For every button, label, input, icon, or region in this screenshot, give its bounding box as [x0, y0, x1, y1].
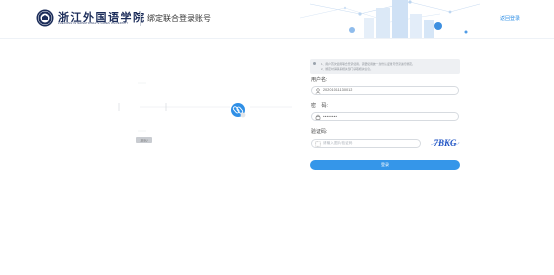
- captcha-image[interactable]: 7BKG: [430, 137, 460, 149]
- login-button[interactable]: 登录: [310, 160, 460, 170]
- info-icon: [313, 62, 316, 65]
- password-value: ●●●●●●●●: [323, 115, 338, 119]
- captcha-icon: [315, 141, 321, 147]
- university-logo: [36, 9, 54, 27]
- captcha-text: 7BKG: [433, 138, 457, 148]
- user-icon: [315, 88, 321, 94]
- back-to-login-link[interactable]: 返回登录: [500, 15, 520, 22]
- account-binding-illustration: ZISU: [118, 82, 292, 143]
- header-divider: [140, 11, 141, 26]
- captcha-placeholder: 请输入图片验证码: [323, 141, 353, 146]
- username-field[interactable]: 20201011130012: [311, 86, 459, 95]
- notice-box: 1、用户首次使用联合登录使用，需要使用统一身份认证账号登录进行绑定。 2、绑定时…: [310, 59, 460, 74]
- password-field[interactable]: ●●●●●●●●: [311, 112, 459, 121]
- captcha-field[interactable]: 请输入图片验证码: [311, 139, 421, 148]
- username-label: 用户名:: [311, 77, 328, 83]
- username-value: 20201011130012: [323, 88, 353, 93]
- notice-line-2: 2、绑定时请联系相关部门获取相关信息。: [321, 67, 373, 71]
- notice-line-1: 1、用户首次使用联合登录使用，需要使用统一身份认证账号登录进行绑定。: [321, 62, 415, 66]
- link-bubble-icon: [231, 103, 246, 118]
- header-bar: 浙江外国语学院 ZHEJIANG INTERNATIONAL STUDIES U…: [0, 0, 554, 39]
- school-name-en: ZHEJIANG INTERNATIONAL STUDIES UNIVERSIT…: [58, 22, 129, 25]
- page-title: 绑定联合登录账号: [147, 14, 211, 23]
- lock-icon: [315, 114, 321, 120]
- header-city-illustration: [299, 0, 481, 38]
- password-label: 密 码:: [311, 103, 328, 109]
- svg-text:ZISU: ZISU: [141, 139, 148, 143]
- captcha-label: 验证码:: [311, 129, 328, 135]
